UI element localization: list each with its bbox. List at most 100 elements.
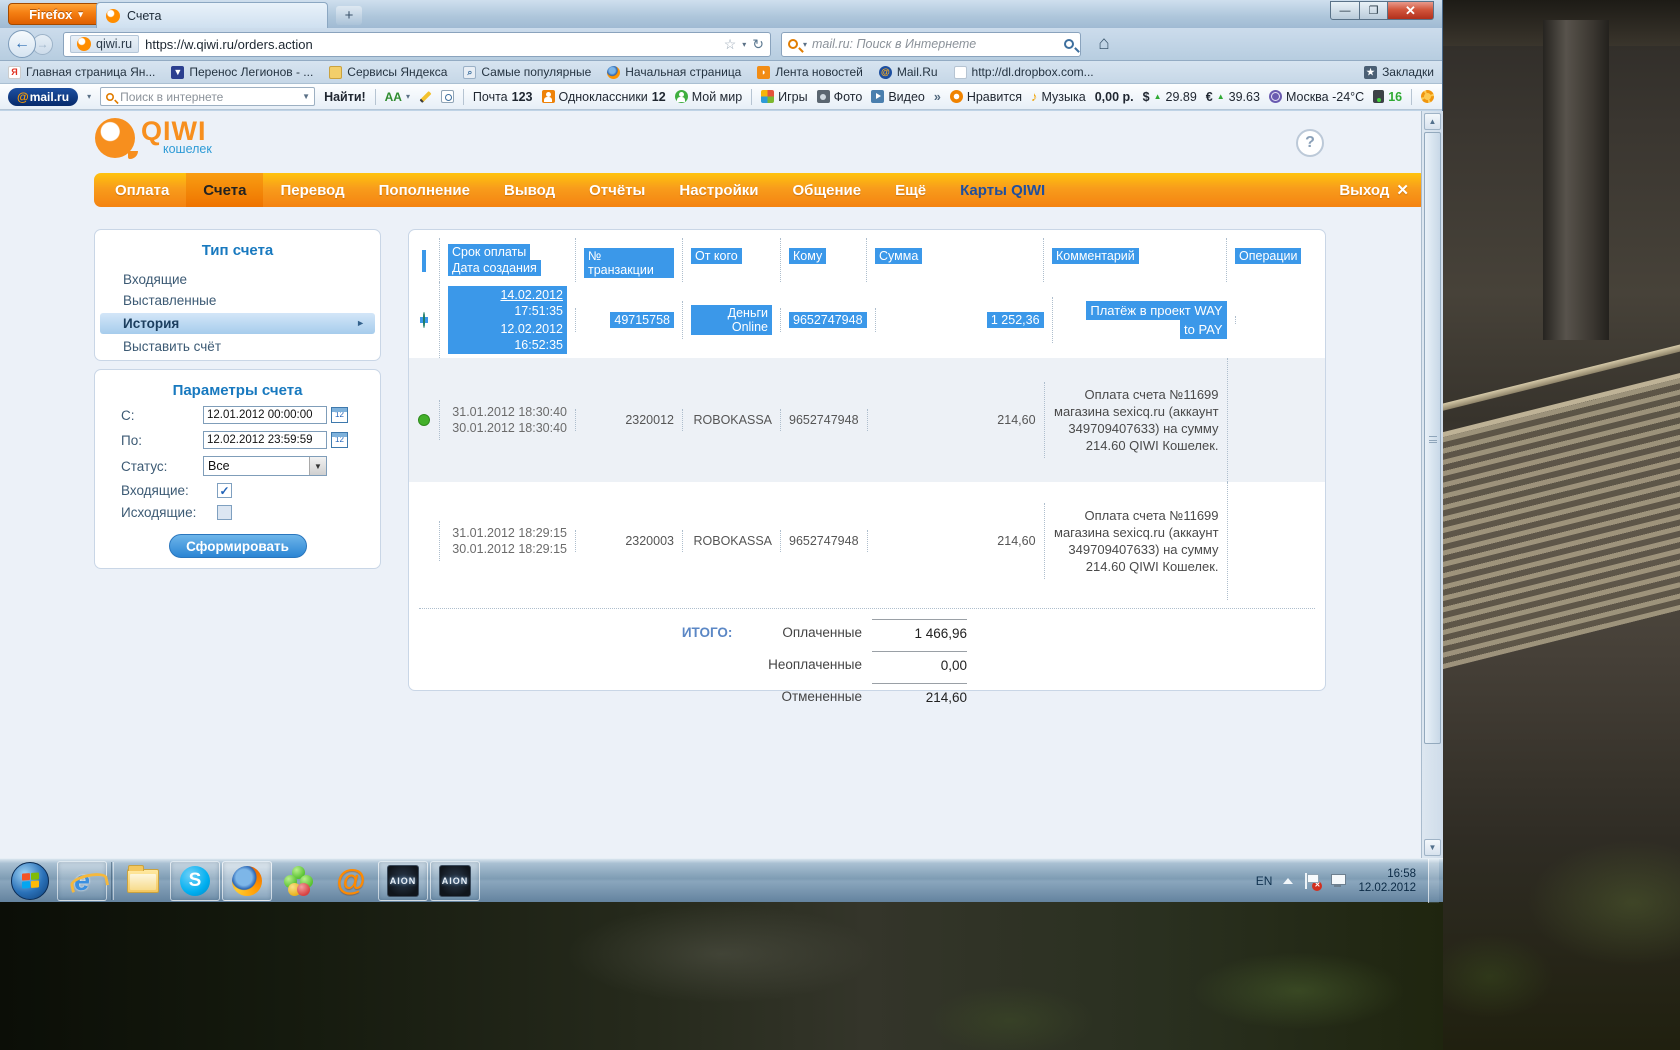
nav-popolnenie[interactable]: Пополнение [362, 173, 487, 207]
toolbar-overflow-button[interactable]: » [934, 90, 941, 104]
mailru-logo-button[interactable]: @ mail.ru [8, 87, 79, 106]
incoming-checkbox[interactable]: ✓ [217, 483, 232, 498]
network-icon[interactable] [1329, 873, 1347, 889]
mailru-logo-dropdown-icon[interactable]: ▾ [87, 92, 91, 101]
sidebar-item-history[interactable]: История [100, 313, 375, 334]
column-header-sum[interactable]: Сумма [866, 238, 1043, 282]
history-dropdown-icon[interactable]: ▾ [742, 40, 746, 49]
mail-link[interactable]: Почта 123 [473, 90, 533, 104]
bookmark-most-popular[interactable]: ⌕ Самые популярные [463, 65, 591, 79]
search-go-icon[interactable] [1064, 39, 1074, 49]
column-header-from[interactable]: От кого [682, 238, 780, 282]
taskbar-explorer[interactable] [118, 861, 168, 901]
column-header-to[interactable]: Кому [780, 238, 866, 282]
maximize-button[interactable]: ❐ [1360, 1, 1388, 20]
help-button[interactable]: ? [1296, 129, 1324, 157]
due-date-link[interactable]: 14.02.2012 [500, 288, 563, 302]
bookmark-legion-transfer[interactable]: ▼ Перенос Легионов - ... [171, 65, 313, 79]
minimize-button[interactable]: — [1330, 1, 1360, 20]
taskbar-firefox[interactable] [222, 860, 272, 901]
video-link[interactable]: Видео [871, 90, 925, 104]
nav-vyvod[interactable]: Вывод [487, 173, 572, 207]
new-tab-button[interactable]: + [336, 6, 362, 25]
date-from-input[interactable]: 12.01.2012 00:00:00 [203, 406, 327, 424]
column-header-comment[interactable]: Комментарий [1043, 238, 1226, 282]
nav-perevod[interactable]: Перевод [263, 173, 361, 207]
column-header-dates[interactable]: Срок оплаты Дата создания [439, 238, 575, 282]
search-bar[interactable]: ▾ mail.ru: Поиск в Интернете [781, 31, 1081, 57]
odnoklassniki-link[interactable]: Одноклассники 12 [541, 90, 666, 104]
nav-karty-qiwi[interactable]: Карты QIWI [943, 173, 1062, 207]
usd-rate[interactable]: $ ▲ 29.89 [1143, 90, 1197, 104]
page-scrollbar[interactable]: ▲ ▼ [1421, 111, 1443, 858]
games-link[interactable]: Игры [761, 90, 808, 104]
logout-button[interactable]: Выход ✕ [1325, 181, 1421, 200]
nav-nastroyki[interactable]: Настройки [662, 173, 775, 207]
traffic-widget[interactable]: 16 [1373, 90, 1402, 104]
music-link[interactable]: ♪ Музыка [1031, 89, 1086, 104]
sidebar-item-incoming[interactable]: Входящие [95, 269, 380, 290]
bookmark-star-icon[interactable]: ☆ [724, 36, 737, 53]
eur-rate[interactable]: € ▲ 39.63 [1206, 90, 1260, 104]
taskbar-mailru-agent[interactable]: @ [326, 861, 376, 901]
tab-scheta[interactable]: Счета [96, 2, 328, 28]
taskbar-aion-1[interactable]: AION [378, 860, 428, 901]
bookmark-news-feed[interactable]: ◗ Лента новостей [757, 65, 863, 79]
font-size-button[interactable]: AА ▾ [385, 90, 410, 104]
site-identity-chip[interactable]: qiwi.ru [70, 35, 140, 53]
table-row[interactable]: 31.01.2012 18:29:15 30.01.2012 18:29:15 … [409, 482, 1325, 600]
bookmark-start-page[interactable]: Начальная страница [607, 65, 741, 79]
nav-oplata[interactable]: Оплата [98, 173, 186, 207]
nav-scheta[interactable]: Счета [186, 173, 264, 207]
column-header-operations[interactable]: Операции [1226, 238, 1325, 282]
search-engine-dropdown-icon[interactable]: ▾ [803, 40, 807, 49]
taskbar-icq[interactable] [274, 861, 324, 901]
scroll-down-icon[interactable]: ▼ [1424, 839, 1441, 856]
scroll-up-icon[interactable]: ▲ [1424, 113, 1441, 130]
photo-link[interactable]: Фото [816, 90, 862, 104]
url-text[interactable]: https://w.qiwi.ru/orders.action [145, 37, 718, 52]
sidebar-item-create-invoice[interactable]: Выставить счёт [95, 336, 380, 357]
bookmark-yandex-home[interactable]: Я Главная страница Ян... [8, 65, 155, 79]
bookmarks-menu-button[interactable]: ★ Закладки [1364, 65, 1434, 79]
moi-mir-link[interactable]: Мой мир [674, 90, 742, 104]
qiwi-logo[interactable]: QIWI кошелек [95, 118, 212, 159]
mailru-find-button[interactable]: Найти! [324, 90, 366, 104]
reload-icon[interactable]: ↻ [752, 36, 764, 53]
bookmark-dropbox-link[interactable]: http://dl.dropbox.com... [953, 65, 1094, 79]
taskbar-aion-2[interactable]: AION [430, 860, 480, 901]
outgoing-checkbox[interactable] [217, 505, 232, 520]
sidebar-item-issued[interactable]: Выставленные [95, 290, 380, 311]
close-button[interactable]: ✕ [1388, 1, 1434, 20]
start-button[interactable] [5, 861, 55, 901]
tray-clock[interactable]: 16:58 12.02.2012 [1358, 867, 1416, 895]
weather-widget[interactable]: Москва -24°C [1268, 90, 1364, 104]
page-search-button[interactable] [441, 90, 454, 103]
nav-esche[interactable]: Ещё [878, 173, 943, 207]
search-engine-icon[interactable] [788, 39, 798, 49]
search-placeholder[interactable]: mail.ru: Поиск в Интернете [812, 37, 1059, 51]
status-select[interactable]: Все ▼ [203, 456, 327, 476]
scrollbar-thumb[interactable] [1424, 132, 1441, 744]
highlight-button[interactable] [419, 90, 432, 103]
firefox-menu-button[interactable]: Firefox ▾ [8, 3, 104, 25]
generate-button[interactable]: Сформировать [168, 534, 307, 558]
language-indicator[interactable]: EN [1256, 874, 1273, 888]
mailru-search-input[interactable]: Поиск в интернете ▼ [100, 87, 316, 106]
column-header-transaction[interactable]: № транзакции [575, 238, 682, 282]
show-desktop-button[interactable] [1428, 858, 1439, 903]
calendar-icon[interactable]: 12 [331, 432, 348, 448]
bookmark-mailru[interactable]: @ Mail.Ru [878, 65, 938, 79]
nav-obschenie[interactable]: Общение [776, 173, 879, 207]
date-to-input[interactable]: 12.02.2012 23:59:59 [203, 431, 327, 449]
mailru-search-dropdown-icon[interactable]: ▼ [302, 92, 310, 101]
back-button[interactable]: ← [8, 30, 36, 58]
taskbar-skype[interactable]: S [170, 860, 220, 901]
bookmark-yandex-services[interactable]: Сервисы Яндекса [329, 65, 447, 79]
table-row[interactable]: 14.02.2012 17:51:35 12.02.2012 16:52:35 … [409, 282, 1325, 358]
url-bar[interactable]: qiwi.ru https://w.qiwi.ru/orders.action … [63, 31, 771, 57]
home-button[interactable]: ⌂ [1089, 31, 1119, 57]
action-center-flag-icon[interactable]: ✕ [1304, 872, 1323, 891]
hidden-icons-arrow[interactable] [1283, 877, 1294, 884]
toolbar-settings-button[interactable] [1421, 90, 1435, 103]
